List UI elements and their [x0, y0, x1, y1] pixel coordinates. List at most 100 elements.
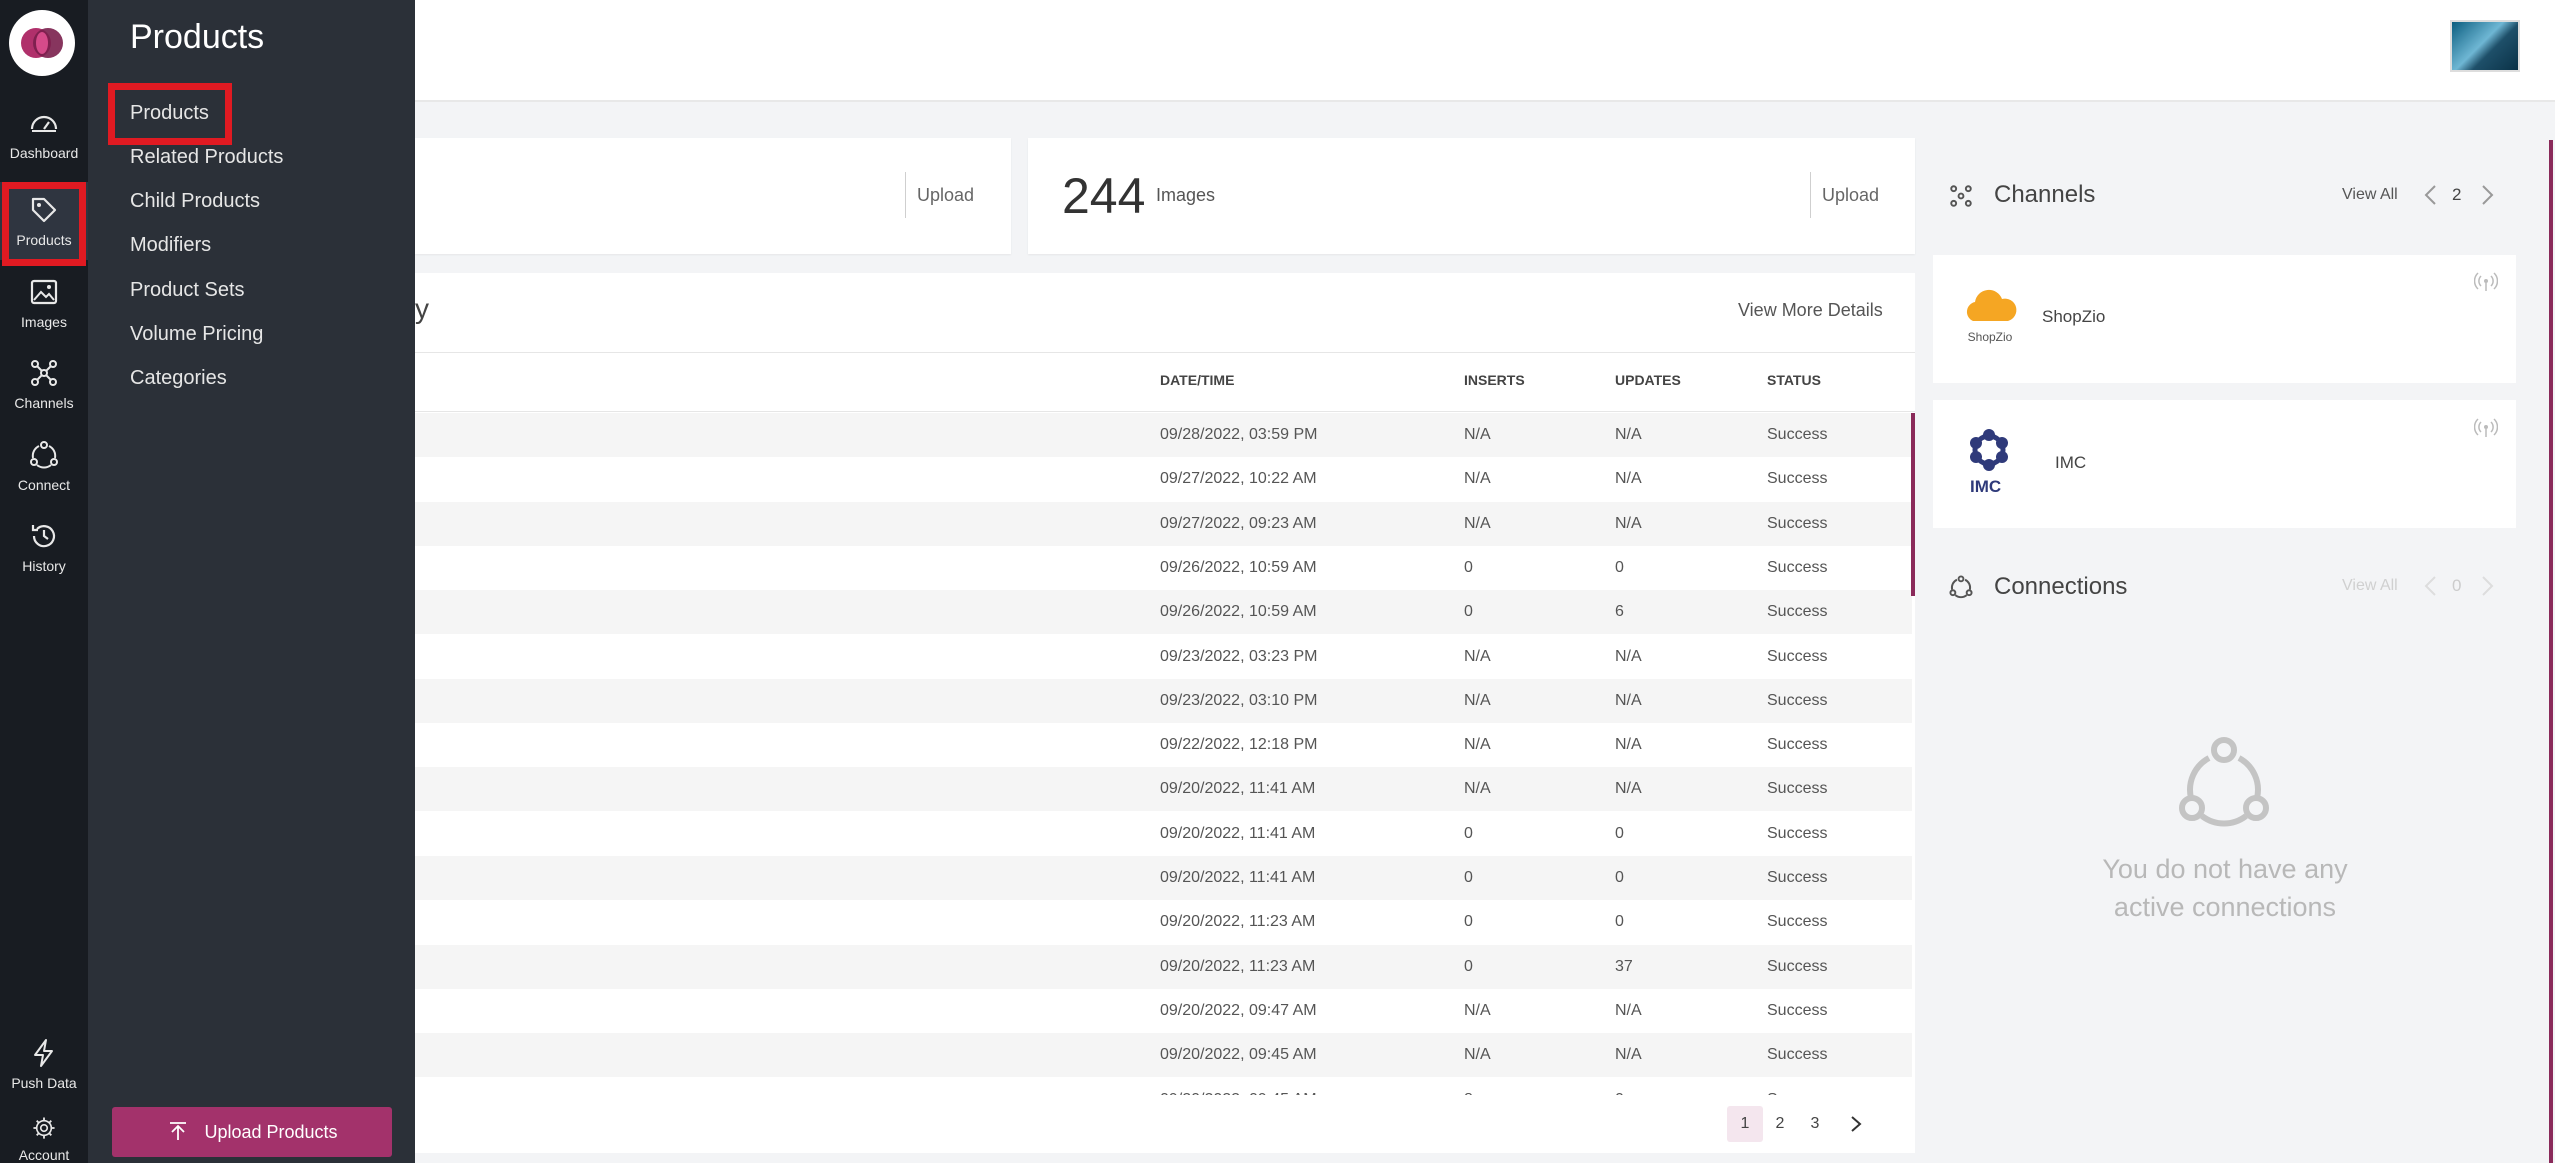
- table-row[interactable]: 09/28/2022, 03:59 PM N/A N/A Success: [415, 413, 1912, 457]
- cell-datetime: 09/28/2022, 03:59 PM: [1160, 426, 1318, 443]
- cell-updates: N/A: [1615, 426, 1642, 443]
- chevron-left-icon[interactable]: [2421, 183, 2441, 207]
- logo-icon: [21, 28, 63, 58]
- connect-icon: [1949, 575, 1973, 599]
- rail-images[interactable]: Images: [0, 264, 88, 342]
- page-2-button[interactable]: 2: [1762, 1106, 1798, 1142]
- cell-status: Success: [1767, 514, 1828, 532]
- table-row[interactable]: 09/20/2022, 11:41 AM 0 0 Success: [415, 856, 1912, 900]
- icon-rail: Dashboard Products Images Channels Conne…: [0, 0, 88, 1163]
- cell-updates: N/A: [1615, 1001, 1642, 1019]
- app-logo[interactable]: [9, 10, 75, 76]
- cell-inserts: N/A: [1464, 736, 1491, 754]
- upload-link-images[interactable]: Upload: [1822, 185, 1879, 206]
- shopzio-logo: ShopZio: [1957, 285, 2023, 351]
- upload-products-label: Upload Products: [204, 1121, 338, 1142]
- table-row[interactable]: 09/27/2022, 09:23 AM N/A N/A Success: [415, 501, 1912, 546]
- column-header-status[interactable]: STATUS: [1767, 372, 1821, 388]
- table-row[interactable]: 09/20/2022, 11:41 AM N/A N/A Success: [415, 767, 1912, 812]
- table-row[interactable]: 09/20/2022, 11:23 AM 0 0 Success: [415, 900, 1912, 944]
- channels-view-all-link[interactable]: View All: [2342, 186, 2398, 204]
- upload-products-button[interactable]: Upload Products: [112, 1107, 392, 1157]
- table-row[interactable]: 09/26/2022, 10:59 AM 0 6 Success: [415, 590, 1912, 635]
- top-bar: [415, 0, 2555, 102]
- column-header-datetime[interactable]: DATE/TIME: [1160, 372, 1234, 388]
- connections-title: Connections: [1994, 573, 2128, 600]
- chevron-left-icon[interactable]: [2421, 574, 2441, 598]
- cell-inserts: N/A: [1464, 426, 1491, 443]
- images-count: 244: [1062, 168, 1146, 224]
- signal-icon: [2474, 418, 2498, 437]
- page-1-button[interactable]: 1: [1727, 1106, 1763, 1142]
- table-row[interactable]: 09/23/2022, 03:10 PM N/A N/A Success: [415, 678, 1912, 723]
- cell-inserts: N/A: [1464, 1046, 1491, 1064]
- menu-item-related-products[interactable]: Related Products: [130, 146, 283, 169]
- chevron-right-icon[interactable]: [2477, 574, 2497, 598]
- rail-connect[interactable]: Connect: [0, 427, 88, 505]
- column-header-updates[interactable]: UPDATES: [1615, 372, 1681, 388]
- column-header-inserts[interactable]: INSERTS: [1464, 372, 1525, 388]
- cell-status: Success: [1767, 647, 1828, 665]
- signal-icon: [2474, 272, 2498, 291]
- history-title: y: [415, 293, 429, 324]
- chevron-right-icon[interactable]: [2477, 183, 2497, 207]
- connections-view-all-link[interactable]: View All: [2342, 577, 2398, 595]
- flyout-title: Products: [130, 18, 265, 56]
- table-row[interactable]: 09/23/2022, 03:23 PM N/A N/A Success: [415, 635, 1912, 679]
- cell-inserts: N/A: [1464, 691, 1491, 709]
- next-page-button[interactable]: [1838, 1106, 1874, 1142]
- cell-updates: N/A: [1615, 470, 1642, 488]
- cell-datetime: 09/20/2022, 11:41 AM: [1160, 780, 1316, 798]
- rail-channels[interactable]: Channels: [0, 345, 88, 423]
- rail-history[interactable]: History: [0, 508, 88, 586]
- rail-label: History: [22, 558, 66, 574]
- user-avatar[interactable]: [2450, 20, 2520, 72]
- table-row[interactable]: 09/22/2022, 12:18 PM N/A N/A Success: [415, 723, 1912, 767]
- view-more-details-link[interactable]: View More Details: [1738, 300, 1883, 321]
- highlight-menu-products: [108, 83, 232, 145]
- menu-item-child-products[interactable]: Child Products: [130, 190, 260, 213]
- rail-account[interactable]: Account: [0, 1107, 88, 1163]
- cell-inserts: 0: [1464, 869, 1473, 886]
- shopzio-logo-text: ShopZio: [1967, 330, 2013, 344]
- page-scrollbar[interactable]: [2549, 140, 2553, 1163]
- menu-item-volume-pricing[interactable]: Volume Pricing: [130, 323, 263, 346]
- table-scrollbar[interactable]: [1911, 413, 1915, 596]
- cell-datetime: 09/20/2022, 11:23 AM: [1160, 957, 1316, 975]
- rail-label: Dashboard: [9, 145, 79, 161]
- rail-label: Images: [21, 314, 67, 330]
- cell-datetime: 09/27/2022, 09:23 AM: [1160, 514, 1317, 532]
- table-row[interactable]: 09/26/2022, 10:59 AM 0 0 Success: [415, 546, 1912, 590]
- rail-push-data[interactable]: Push Data: [0, 1025, 88, 1103]
- channels-page: 2: [2452, 185, 2462, 204]
- empty-connections-icon: [2179, 737, 2269, 827]
- channels-icon: [31, 360, 57, 386]
- menu-item-modifiers[interactable]: Modifiers: [130, 234, 211, 257]
- rail-label: Connect: [17, 477, 71, 493]
- cell-inserts: 0: [1464, 824, 1473, 842]
- page-3-button[interactable]: 3: [1797, 1106, 1833, 1142]
- cell-updates: 37: [1615, 957, 1633, 975]
- products-flyout: Products Products Related Products Child…: [88, 0, 415, 1163]
- bolt-icon: [34, 1039, 53, 1067]
- rail-dashboard[interactable]: Dashboard: [0, 95, 88, 173]
- cell-updates: 0: [1615, 558, 1624, 576]
- table-row[interactable]: 09/20/2022, 11:41 AM 0 0 Success: [415, 812, 1912, 856]
- menu-item-product-sets[interactable]: Product Sets: [130, 279, 245, 302]
- menu-item-categories[interactable]: Categories: [130, 367, 227, 390]
- divider: [1810, 172, 1811, 218]
- rail-label: Push Data: [11, 1075, 77, 1091]
- cell-datetime: 09/20/2022, 11:41 AM: [1160, 824, 1316, 842]
- cell-status: Success: [1767, 869, 1828, 886]
- table-row[interactable]: 09/20/2022, 09:45 AM N/A N/A Success: [415, 1033, 1912, 1078]
- cell-datetime: 09/20/2022, 09:45 AM: [1160, 1046, 1317, 1064]
- cell-datetime: 09/27/2022, 10:22 AM: [1160, 470, 1317, 488]
- cell-status: Success: [1767, 1001, 1828, 1019]
- cell-status: Success: [1767, 603, 1828, 621]
- table-row[interactable]: 09/27/2022, 10:22 AM N/A N/A Success: [415, 457, 1912, 501]
- upload-link-products[interactable]: Upload: [917, 185, 974, 206]
- cell-datetime: 09/26/2022, 10:59 AM: [1160, 558, 1317, 576]
- table-row[interactable]: 09/20/2022, 09:47 AM N/A N/A Success: [415, 989, 1912, 1033]
- cell-updates: 0: [1615, 913, 1624, 931]
- table-row[interactable]: 09/20/2022, 11:23 AM 0 37 Success: [415, 944, 1912, 989]
